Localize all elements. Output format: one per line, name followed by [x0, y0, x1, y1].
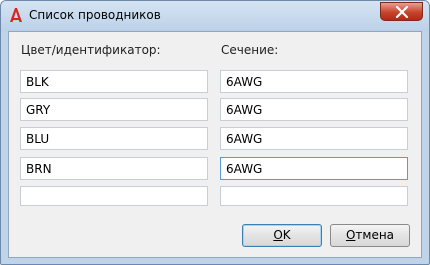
window-title: Список проводников	[29, 8, 161, 22]
close-button[interactable]	[380, 2, 423, 21]
cancel-button[interactable]: Отмена	[330, 224, 410, 247]
id-field-5[interactable]	[20, 186, 208, 206]
section-column-label: Сечение:	[221, 43, 279, 57]
id-field-2[interactable]	[20, 98, 208, 121]
conductor-list-dialog: Список проводников Цвет/идентификатор: С…	[0, 0, 430, 265]
section-field-2[interactable]	[220, 98, 408, 121]
close-icon	[395, 6, 409, 18]
section-field-4[interactable]	[220, 157, 408, 180]
id-field-3[interactable]	[20, 127, 208, 150]
ok-accelerator: O	[273, 228, 283, 242]
ok-label-rest: K	[282, 228, 291, 242]
section-field-5[interactable]	[220, 186, 408, 206]
dialog-body: Цвет/идентификатор: Сечение: OK Отмена	[8, 31, 422, 258]
cancel-label-rest: тмена	[355, 228, 395, 242]
cancel-accelerator: О	[345, 228, 356, 242]
id-field-1[interactable]	[20, 70, 208, 93]
id-field-4[interactable]	[20, 157, 208, 180]
id-column-label: Цвет/идентификатор:	[21, 43, 161, 57]
section-field-1[interactable]	[220, 70, 408, 93]
section-field-3[interactable]	[220, 127, 408, 150]
ok-button[interactable]: OK	[242, 224, 322, 247]
title-bar[interactable]: Список проводников	[1, 1, 429, 31]
autocad-a-icon	[10, 8, 22, 22]
